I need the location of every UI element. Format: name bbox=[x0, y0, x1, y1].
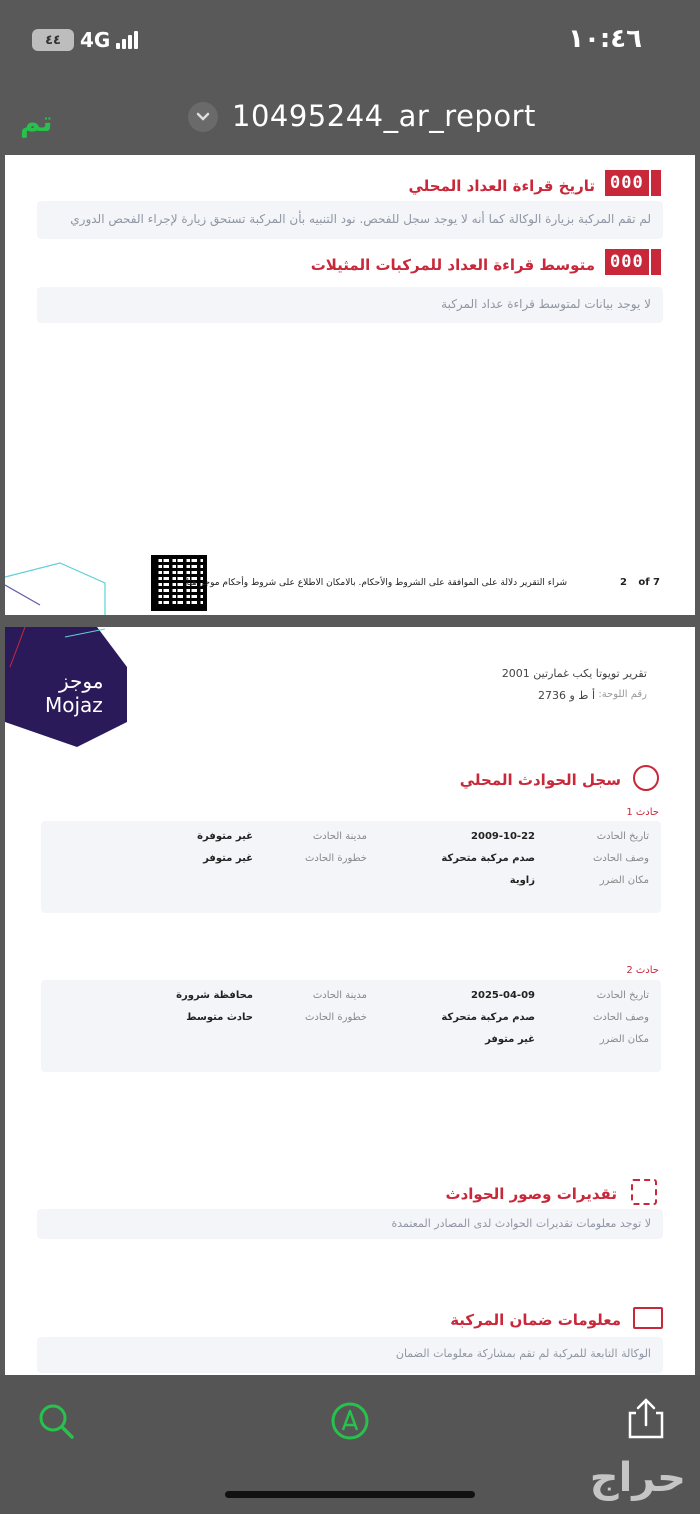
car-title: تقرير تويوتا يكب غمارتين 2001 bbox=[501, 667, 647, 680]
decorative-lines bbox=[5, 562, 106, 615]
info-text: لا توجد معلومات تقديرات الحوادث لدى المص… bbox=[391, 1217, 651, 1230]
info-text: لا يوجد بيانات لمتوسط قراءة عداد المركبة bbox=[441, 297, 651, 311]
accident-label: حادث 2 bbox=[626, 965, 659, 976]
page-count: of 7 bbox=[638, 577, 660, 588]
accident-label: حادث 1 bbox=[626, 807, 659, 818]
chevron-down-icon[interactable] bbox=[188, 102, 218, 132]
info-box: لا يوجد بيانات لمتوسط قراءة عداد المركبة bbox=[37, 287, 663, 323]
field-label: مكان الضرر bbox=[599, 875, 649, 886]
home-indicator[interactable] bbox=[225, 1491, 475, 1498]
field-label: مكان الضرر bbox=[599, 1034, 649, 1045]
search-icon[interactable] bbox=[36, 1401, 76, 1445]
field-value: غير متوفر bbox=[203, 853, 253, 864]
field-label: مدينة الحادث bbox=[312, 831, 367, 842]
field-label: تاريخ الحادث bbox=[596, 990, 649, 1001]
network-type: 4G bbox=[80, 28, 111, 52]
info-text: لم تقم المركبة بزيارة الوكالة كما أنه لا… bbox=[70, 212, 651, 226]
plate-label: رقم اللوحة: bbox=[598, 689, 647, 700]
section-title-local-odometer: تاريخ قراءة العداد المحلي bbox=[408, 177, 595, 195]
field-label: وصف الحادث bbox=[592, 853, 649, 864]
field-label: مدينة الحادث bbox=[312, 990, 367, 1001]
field-label: خطورة الحادث bbox=[305, 853, 367, 864]
field-value: صدم مركبة متحركة bbox=[441, 1012, 535, 1023]
done-button[interactable]: تم bbox=[20, 105, 52, 138]
field-value: غير متوفرة bbox=[197, 831, 253, 842]
info-text: الوكالة التابعة للمركبة لم تقم بمشاركة م… bbox=[395, 1347, 651, 1360]
status-bar: ٤٤ 4G ١٠:٤٦ bbox=[0, 0, 700, 85]
signal-icon bbox=[116, 31, 139, 49]
odometer-icon: 000 bbox=[605, 170, 661, 196]
field-value: صدم مركبة متحركة bbox=[441, 853, 535, 864]
info-box: لا توجد معلومات تقديرات الحوادث لدى المص… bbox=[37, 1209, 663, 1239]
pdf-page-1: 000 تاريخ قراءة العداد المحلي لم تقم الم… bbox=[5, 155, 695, 615]
certificate-icon bbox=[633, 1307, 663, 1329]
field-value: محافظة شرورة bbox=[176, 990, 253, 1001]
document-title: 10495244_ar_report bbox=[232, 99, 536, 133]
watermark: حراج bbox=[589, 1455, 686, 1501]
info-box: لم تقم المركبة بزيارة الوكالة كما أنه لا… bbox=[37, 201, 663, 239]
field-label: تاريخ الحادث bbox=[596, 831, 649, 842]
logo-arabic: موجز bbox=[59, 669, 104, 693]
field-value: زاوية bbox=[509, 875, 535, 886]
accident-card: تاريخ الحادث 2025-04-09 مدينة الحادث محا… bbox=[41, 980, 661, 1072]
field-value: غير متوفر bbox=[485, 1034, 535, 1045]
battery-icon: ٤٤ bbox=[32, 29, 74, 51]
field-label: وصف الحادث bbox=[592, 1012, 649, 1023]
field-label: خطورة الحادث bbox=[305, 1012, 367, 1023]
status-left: ٤٤ 4G bbox=[32, 28, 139, 52]
field-value: حادث متوسط bbox=[186, 1012, 253, 1023]
field-value: 2009-10-22 bbox=[471, 831, 535, 842]
page-number: 2 bbox=[620, 577, 627, 588]
accident-card: تاريخ الحادث 2009-10-22 مدينة الحادث غير… bbox=[41, 821, 661, 913]
footer-terms: شراء التقرير دلالة على الموافقة على الشر… bbox=[183, 578, 567, 588]
accident-icon bbox=[633, 765, 659, 791]
odometer-icon: 000 bbox=[605, 249, 661, 275]
section-title-estimates: تقديرات وصور الحوادث bbox=[445, 1185, 617, 1203]
section-title-warranty: معلومات ضمان المركبة bbox=[450, 1311, 621, 1329]
plate-value: أ ط و 2736 bbox=[537, 689, 595, 702]
section-title-avg-odometer: متوسط قراءة العداد للمركبات المثيلات bbox=[310, 256, 595, 274]
logo-latin: Mojaz bbox=[45, 693, 103, 717]
info-box: الوكالة التابعة للمركبة لم تقم بمشاركة م… bbox=[37, 1337, 663, 1373]
photo-estimate-icon bbox=[631, 1179, 657, 1205]
field-value: 2025-04-09 bbox=[471, 990, 535, 1001]
section-title-accidents: سجل الحوادث المحلي bbox=[459, 771, 621, 789]
pdf-page-2: موجز Mojaz تقرير تويوتا يكب غمارتين 2001… bbox=[5, 627, 695, 1375]
markup-icon[interactable] bbox=[330, 1401, 370, 1445]
status-time: ١٠:٤٦ bbox=[568, 24, 642, 54]
share-icon[interactable] bbox=[626, 1397, 666, 1445]
